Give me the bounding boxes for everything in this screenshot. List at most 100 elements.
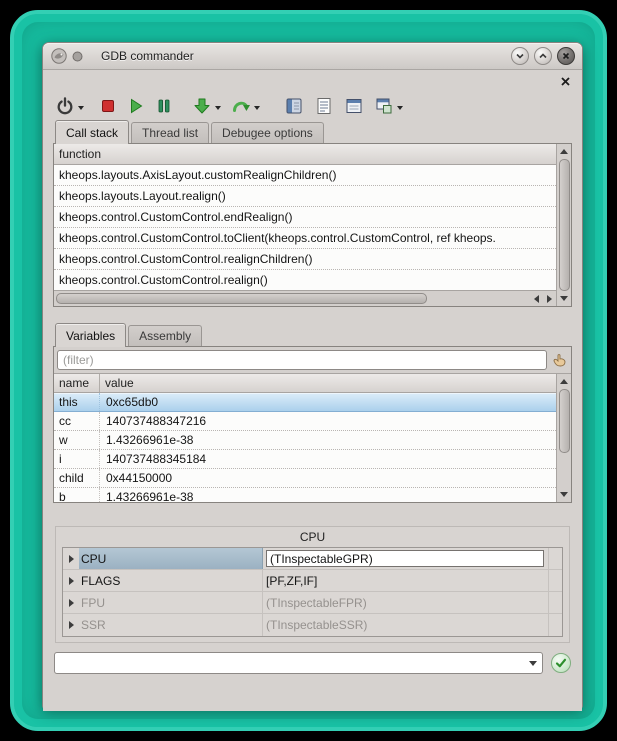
tab[interactable]: Thread list xyxy=(131,122,209,143)
expand-arrow-icon xyxy=(69,577,74,585)
scroll-down-button[interactable] xyxy=(558,292,571,305)
cpu-register-grid: CPU (TInspectableGPR) FLAGS xyxy=(62,547,563,637)
variables-header-row: name value xyxy=(54,374,556,393)
maximize-button[interactable] xyxy=(534,47,552,65)
close-icon xyxy=(560,76,571,87)
show-inspector-button[interactable] xyxy=(374,94,403,118)
register-group-value-cell[interactable]: [PF,ZF,IF] xyxy=(263,570,548,591)
column-header-value[interactable]: value xyxy=(100,374,556,392)
check-icon xyxy=(554,656,568,670)
cpu-title: CPU xyxy=(56,527,569,547)
callstack-vscrollbar[interactable] xyxy=(556,144,571,306)
step-over-button[interactable] xyxy=(231,94,260,118)
filter-options-icon[interactable] xyxy=(551,352,568,369)
callstack-row[interactable]: kheops.control.CustomControl.realign() xyxy=(54,270,556,290)
inspector-dropdown-icon[interactable] xyxy=(397,106,403,113)
power-button[interactable] xyxy=(55,94,84,118)
register-group-name[interactable]: CPU xyxy=(79,548,263,569)
scroll-up-button[interactable] xyxy=(558,375,571,388)
variable-row[interactable]: this 0xc65db0 xyxy=(54,393,556,412)
cpu-row[interactable]: FPU (TInspectableFPR) xyxy=(63,592,562,614)
register-group-value-cell[interactable]: (TInspectableGPR) xyxy=(263,548,548,569)
step-into-button[interactable] xyxy=(192,94,221,118)
debug-toolbar xyxy=(53,92,572,120)
vscroll-thumb[interactable] xyxy=(559,159,570,291)
expand-button[interactable] xyxy=(63,548,79,569)
left-arrow-icon xyxy=(534,295,539,303)
stop-icon xyxy=(98,96,118,116)
variable-row[interactable]: cc 140737488347216 xyxy=(54,412,556,431)
variable-name: child xyxy=(54,469,100,487)
scroll-up-button[interactable] xyxy=(558,145,571,158)
combo-dropdown-button[interactable] xyxy=(524,661,542,666)
dock-close-button[interactable] xyxy=(559,75,572,88)
cpu-row[interactable]: CPU (TInspectableGPR) xyxy=(63,548,562,570)
tab-label: Call stack xyxy=(66,126,118,140)
column-header-name[interactable]: name xyxy=(54,374,100,392)
show-log-button[interactable] xyxy=(284,94,304,118)
call-stack-panel: function kheops.layouts.AxisLayout.custo… xyxy=(53,143,572,307)
expand-button[interactable] xyxy=(63,614,79,636)
down-arrow-icon xyxy=(560,492,568,497)
tab[interactable]: Assembly xyxy=(128,325,202,346)
callstack-row[interactable]: kheops.control.CustomControl.toClient(kh… xyxy=(54,228,556,249)
titlebar[interactable]: GDB commander xyxy=(43,43,582,70)
step-into-dropdown-icon[interactable] xyxy=(215,106,221,113)
step-over-dropdown-icon[interactable] xyxy=(254,106,260,113)
tab-label: Assembly xyxy=(139,329,191,343)
stop-button[interactable] xyxy=(98,94,118,118)
debug-window-icon xyxy=(344,96,364,116)
show-debug-window-button[interactable] xyxy=(344,94,364,118)
variable-name: cc xyxy=(54,412,100,430)
filter-input[interactable] xyxy=(57,350,547,370)
power-icon xyxy=(55,96,75,116)
scroll-right-button[interactable] xyxy=(543,292,556,305)
shade-button[interactable] xyxy=(511,47,529,65)
step-into-icon xyxy=(192,96,212,116)
chevron-down-icon xyxy=(515,51,525,61)
register-group-value-cell[interactable]: (TInspectableSSR) xyxy=(263,614,548,636)
variable-row[interactable]: w 1.43266961e-38 xyxy=(54,431,556,450)
variable-row[interactable]: child 0x44150000 xyxy=(54,469,556,488)
variables-vscrollbar[interactable] xyxy=(556,374,571,502)
expand-button[interactable] xyxy=(63,592,79,613)
callstack-hscrollbar[interactable] xyxy=(54,290,556,306)
callstack-row[interactable]: kheops.control.CustomControl.realignChil… xyxy=(54,249,556,270)
frame-text: kheops.control.CustomControl.toClient(kh… xyxy=(59,231,496,245)
variable-row[interactable]: i 140737488345184 xyxy=(54,450,556,469)
scroll-down-button[interactable] xyxy=(558,488,571,501)
frame-text: kheops.layouts.AxisLayout.customRealignC… xyxy=(59,168,336,182)
variable-row[interactable]: b 1.43266961e-38 xyxy=(54,488,556,502)
dropdown-arrow-icon xyxy=(529,661,537,666)
app-menu-icon[interactable] xyxy=(72,51,83,62)
register-group-value-cell[interactable]: (TInspectableFPR) xyxy=(263,592,548,613)
cpu-row[interactable]: FLAGS [PF,ZF,IF] xyxy=(63,570,562,592)
hscroll-thumb[interactable] xyxy=(56,293,427,304)
show-source-button[interactable] xyxy=(314,94,334,118)
run-button[interactable] xyxy=(126,94,146,118)
callstack-row[interactable]: kheops.layouts.Layout.realign() xyxy=(54,186,556,207)
close-button[interactable] xyxy=(557,47,575,65)
vscroll-thumb[interactable] xyxy=(559,389,570,453)
tab[interactable]: Debugee options xyxy=(211,122,324,143)
execute-button[interactable] xyxy=(551,653,571,673)
callstack-column-header[interactable]: function xyxy=(54,144,556,165)
register-group-name[interactable]: FPU xyxy=(79,592,263,613)
tab[interactable]: Call stack xyxy=(55,120,129,144)
tab[interactable]: Variables xyxy=(55,323,126,347)
command-combobox[interactable] xyxy=(54,652,543,674)
desktop: { "window": { "title": "GDB commander" }… xyxy=(0,0,617,741)
command-input[interactable] xyxy=(55,654,524,672)
up-arrow-icon xyxy=(560,149,568,154)
expand-button[interactable] xyxy=(63,570,79,591)
scroll-left-button[interactable] xyxy=(530,292,543,305)
variable-value: 1.43266961e-38 xyxy=(100,431,556,449)
register-group-name[interactable]: FLAGS xyxy=(79,570,263,591)
pause-button[interactable] xyxy=(154,94,174,118)
callstack-row[interactable]: kheops.control.CustomControl.endRealign(… xyxy=(54,207,556,228)
register-group-name[interactable]: SSR xyxy=(79,614,263,636)
cpu-row[interactable]: SSR (TInspectableSSR) xyxy=(63,614,562,636)
callstack-row[interactable]: kheops.layouts.AxisLayout.customRealignC… xyxy=(54,165,556,186)
power-dropdown-icon[interactable] xyxy=(78,106,84,113)
grid-spacer-column xyxy=(548,614,562,636)
